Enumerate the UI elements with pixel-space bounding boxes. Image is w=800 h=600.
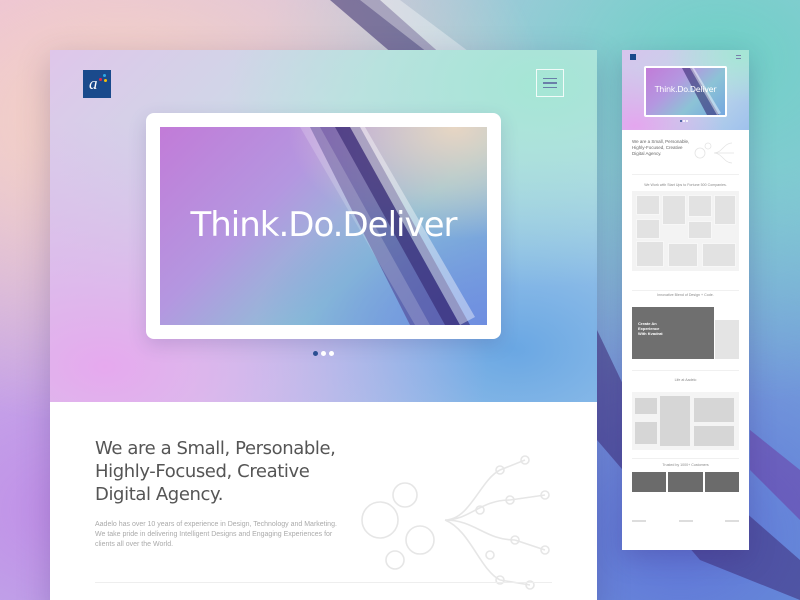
mobile-customer-photos <box>632 472 739 492</box>
mobile-clients-heading: We Work with Start Ups to Fortune 500 Co… <box>644 183 727 187</box>
section-divider <box>95 582 552 583</box>
customer-photo <box>668 472 703 492</box>
carousel-dot-2[interactable] <box>321 351 326 356</box>
carousel-dot-3[interactable] <box>329 351 334 356</box>
brand-logo[interactable]: a <box>83 70 111 98</box>
carousel-pager <box>313 351 334 356</box>
mobile-divider <box>632 290 739 291</box>
mobile-logo[interactable] <box>630 54 636 60</box>
mobile-life-collage <box>632 392 739 450</box>
mobile-footer-link[interactable] <box>678 520 693 522</box>
mobile-menu-icon[interactable] <box>736 55 741 59</box>
customer-photo <box>632 472 667 492</box>
mobile-carousel-dot-2[interactable] <box>683 120 685 122</box>
mobile-customers-heading: Trusted by 1000+ Customers <box>662 463 709 467</box>
mobile-network-tree-icon <box>694 142 734 164</box>
network-tree-icon <box>361 455 550 590</box>
mobile-mockup: Think.Do.Deliver We are a Small, Persona… <box>622 50 749 550</box>
intro-body: Aadelo has over 10 years of experience i… <box>95 521 337 548</box>
mobile-life-heading: Life at Aadelo <box>674 378 697 382</box>
carousel-dot-1[interactable] <box>313 351 318 356</box>
mobile-hero-slide: Think.Do.Deliver <box>646 68 725 115</box>
mobile-clients-collage <box>632 191 739 271</box>
mobile-hero: Think.Do.Deliver <box>622 50 749 130</box>
mobile-carousel-dot-3[interactable] <box>686 120 688 122</box>
mobile-carousel-pager <box>680 120 688 122</box>
hero-section: a Think.Do.Deliver <box>50 50 597 402</box>
mobile-intro-heading: We are a Small, Personable, Highly-Focus… <box>632 139 690 156</box>
hamburger-icon <box>543 77 557 80</box>
mobile-hero-headline: Think.Do.Deliver <box>654 85 717 94</box>
hero-slide: Think.Do.Deliver <box>160 127 487 325</box>
mobile-footer-link[interactable] <box>725 520 739 522</box>
hamburger-icon-line <box>543 82 557 84</box>
menu-button[interactable] <box>536 69 564 97</box>
intro-heading: We are a Small, Personable, Highly-Focus… <box>95 438 336 505</box>
hero-headline: Think.Do.Deliver <box>190 205 457 245</box>
mobile-design-side-image <box>715 320 739 359</box>
hamburger-icon-line <box>543 86 557 89</box>
mobile-design-card[interactable]: Create An Experience With Kvadrat <box>632 307 739 359</box>
mobile-footer-link[interactable] <box>632 520 646 522</box>
mobile-divider <box>632 174 739 175</box>
mobile-divider <box>632 370 739 371</box>
mobile-carousel-dot-1[interactable] <box>680 120 682 122</box>
mobile-tablet-frame: Think.Do.Deliver <box>644 66 727 117</box>
tablet-frame: Think.Do.Deliver <box>146 113 501 339</box>
mobile-design-heading: Innovative Blend of Design + Code. <box>657 293 714 297</box>
logo-letter: a <box>89 74 98 93</box>
mobile-divider <box>632 458 739 459</box>
mobile-footer <box>632 520 739 522</box>
desktop-mockup: a Think.Do.Deliver We are a Small, Perso… <box>50 50 597 600</box>
mobile-design-card-text: Create An Experience With Kvadrat <box>638 321 663 336</box>
logo-dots-icon <box>99 74 107 82</box>
customer-photo <box>704 472 739 492</box>
